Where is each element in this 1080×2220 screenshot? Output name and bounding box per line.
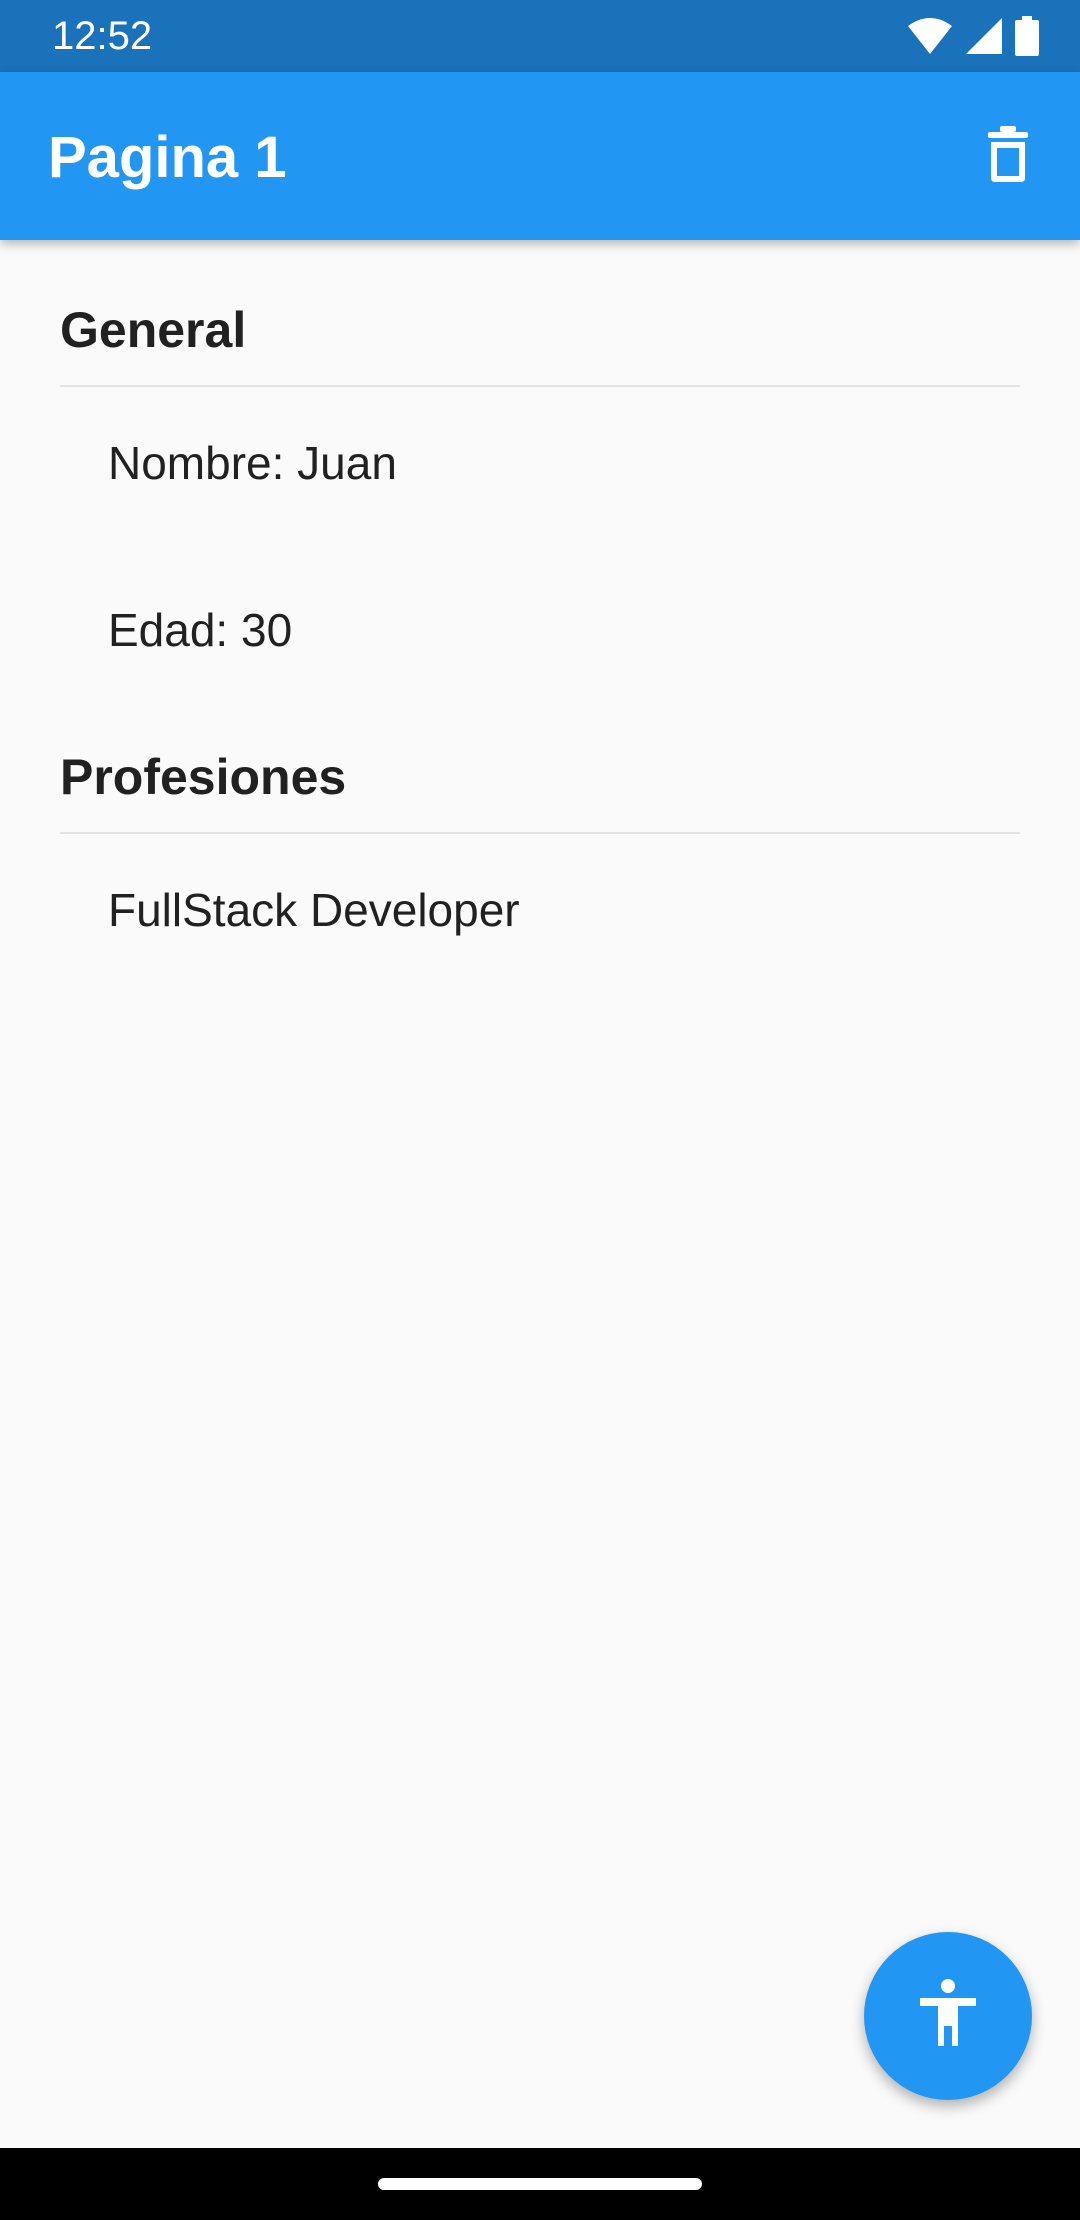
status-time: 12:52 bbox=[52, 14, 153, 58]
accessibility-fab[interactable] bbox=[864, 1932, 1032, 2100]
accessibility-icon bbox=[916, 1978, 980, 2055]
cell-signal-icon bbox=[964, 16, 1004, 56]
list-item-label: Edad: 30 bbox=[108, 604, 293, 656]
home-handle[interactable] bbox=[378, 2178, 702, 2190]
list-item-label: FullStack Developer bbox=[108, 884, 520, 936]
app-bar: Pagina 1 bbox=[0, 72, 1080, 240]
battery-icon bbox=[1014, 16, 1040, 56]
section-header-profesiones: Profesiones bbox=[60, 749, 347, 805]
delete-button[interactable] bbox=[960, 108, 1056, 204]
divider bbox=[60, 385, 1020, 387]
wifi-icon bbox=[906, 16, 954, 56]
list-item-label: Nombre: Juan bbox=[108, 437, 397, 489]
status-bar: 12:52 bbox=[0, 0, 1080, 72]
list-item-edad[interactable]: Edad: 30 bbox=[0, 568, 1080, 688]
page-title: Pagina 1 bbox=[48, 125, 287, 190]
divider bbox=[60, 832, 1020, 834]
section-header-general: General bbox=[60, 302, 247, 358]
status-icons bbox=[906, 14, 1040, 58]
delete-icon bbox=[984, 124, 1032, 189]
list-item-profesion[interactable]: FullStack Developer bbox=[0, 848, 1080, 968]
list-item-nombre[interactable]: Nombre: Juan bbox=[0, 401, 1080, 521]
navigation-bar bbox=[0, 2148, 1080, 2220]
